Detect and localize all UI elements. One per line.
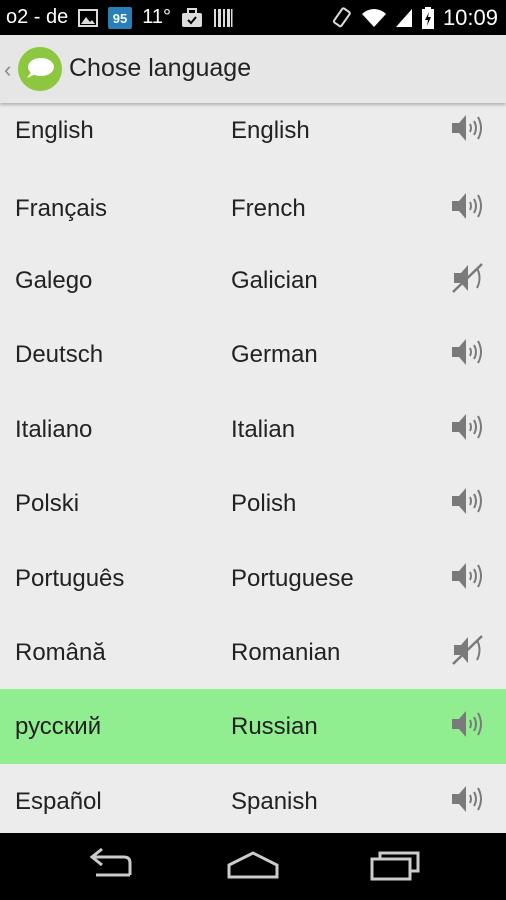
language-row[interactable]: English English <box>0 103 506 172</box>
english-language-name: German <box>231 341 318 368</box>
page-title: Chose language <box>69 54 252 82</box>
speaker-icon[interactable] <box>449 111 489 147</box>
speaker-icon[interactable] <box>449 410 489 446</box>
back-chevron-icon[interactable]: ‹ <box>4 57 11 83</box>
native-language-name: Français <box>15 195 108 222</box>
native-language-name: Română <box>15 639 106 666</box>
native-language-name: English <box>15 117 94 144</box>
speaker-icon[interactable] <box>449 484 489 520</box>
status-bar: o2 - de 95 11° 10:09 <box>0 0 506 35</box>
speaker-icon[interactable] <box>449 782 489 818</box>
language-row[interactable]: русский Russian <box>0 689 506 765</box>
speech-bubble-logo-icon[interactable] <box>18 47 62 91</box>
native-language-name: русский <box>15 713 102 740</box>
english-language-name: Polish <box>231 490 297 517</box>
speaker-icon[interactable] <box>449 559 489 595</box>
english-language-name: English <box>231 117 310 144</box>
badge-number: 95 <box>113 11 127 26</box>
native-language-name: Deutsch <box>15 341 104 368</box>
speaker-icon[interactable] <box>449 189 489 225</box>
language-row[interactable]: Italiano Italian <box>0 392 506 467</box>
language-row[interactable]: Deutsch German <box>0 317 506 393</box>
speaker-icon[interactable] <box>449 707 489 743</box>
english-language-name: Italian <box>231 416 296 443</box>
native-language-name: Español <box>15 788 102 815</box>
battery-charging-icon <box>421 6 435 29</box>
signal-icon <box>395 8 413 28</box>
speaker-icon[interactable] <box>449 335 489 371</box>
native-language-name: Português <box>15 565 125 592</box>
language-row[interactable]: Français French <box>0 171 506 244</box>
native-language-name: Galego <box>15 267 93 294</box>
wifi-icon <box>361 8 387 28</box>
back-icon[interactable] <box>86 845 138 890</box>
english-language-name: Spanish <box>231 788 318 815</box>
language-row[interactable]: Română Romanian <box>0 615 506 690</box>
english-language-name: Romanian <box>231 639 341 666</box>
english-language-name: Galician <box>231 267 318 294</box>
speaker-muted-icon[interactable] <box>449 633 489 669</box>
language-row[interactable]: Polski Polish <box>0 466 506 542</box>
briefcase-icon <box>181 7 203 28</box>
navigation-bar <box>0 833 506 900</box>
english-language-name: Portuguese <box>231 565 354 592</box>
action-bar: ‹ Chose language <box>0 35 506 103</box>
image-icon <box>78 8 99 27</box>
speaker-muted-icon[interactable] <box>449 261 489 297</box>
language-row[interactable]: Español Spanish <box>0 764 506 833</box>
native-language-name: Italiano <box>15 416 93 443</box>
screen-rotation-icon <box>331 6 353 29</box>
clock: 10:09 <box>442 4 498 30</box>
home-icon[interactable] <box>226 845 280 890</box>
recent-apps-icon[interactable] <box>368 845 422 890</box>
english-language-name: French <box>231 195 306 222</box>
app-badge-icon: 95 <box>108 6 133 29</box>
language-list: English English Français French Galego Galici… <box>0 103 506 833</box>
language-row[interactable]: Galego Galician <box>0 243 506 318</box>
language-row[interactable]: Português Portuguese <box>0 541 506 616</box>
barcode-icon <box>213 8 233 28</box>
temperature-label: 11° <box>142 6 172 28</box>
english-language-name: Russian <box>231 713 318 740</box>
native-language-name: Polski <box>15 490 80 517</box>
carrier-label: o2 - de <box>6 6 69 28</box>
